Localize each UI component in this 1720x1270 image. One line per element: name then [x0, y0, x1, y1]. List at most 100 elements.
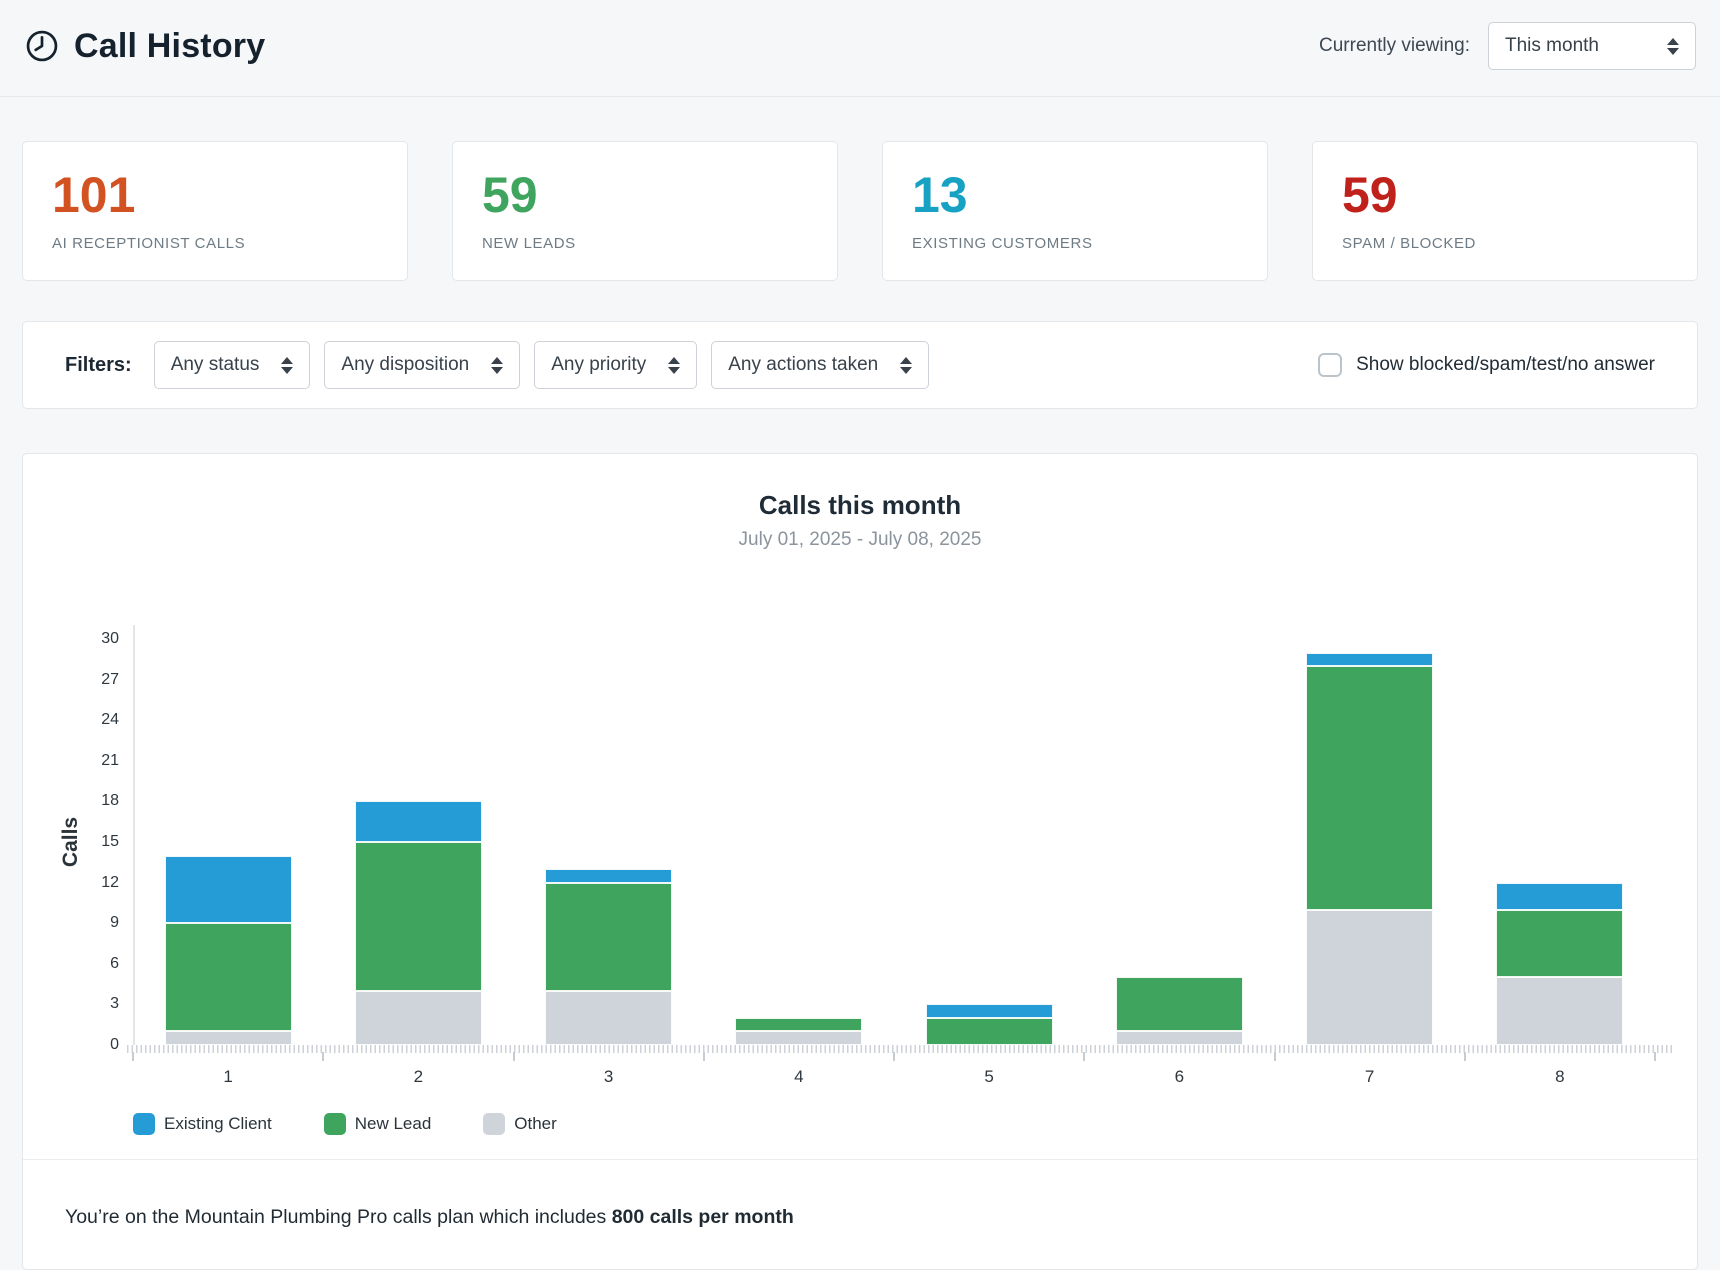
bar-segment-other[interactable] [1306, 910, 1433, 1045]
legend-swatch-existing-client [133, 1113, 155, 1135]
page-title: Call History [74, 27, 265, 66]
chart-legend: Existing Client New Lead Other [133, 1113, 1655, 1135]
y-axis-line [133, 625, 135, 1045]
plan-note-bold: 800 calls per month [612, 1206, 794, 1228]
bar-segment-existing-client[interactable] [1496, 883, 1623, 910]
show-blocked-checkbox-label: Show blocked/spam/test/no answer [1356, 354, 1655, 376]
legend-item-existing-client[interactable]: Existing Client [133, 1113, 272, 1135]
x-axis-label: 1 [133, 1067, 323, 1087]
bar-group-3 [514, 639, 704, 1045]
stat-card-new-leads: 59 NEW LEADS [452, 141, 838, 281]
currently-viewing-label: Currently viewing: [1319, 35, 1470, 57]
bar-segment-new-lead[interactable] [355, 842, 482, 991]
stats-row: 101 AI RECEPTIONIST CALLS 59 NEW LEADS 1… [22, 141, 1698, 281]
stat-card-spam-blocked: 59 SPAM / BLOCKED [1312, 141, 1698, 281]
y-axis-tick-label: 24 [101, 712, 119, 728]
bar-segment-existing-client[interactable] [165, 856, 292, 924]
bar-segment-new-lead[interactable] [1116, 977, 1243, 1031]
x-axis-tick [1274, 1052, 1276, 1061]
viewing-period-select[interactable]: This month [1488, 22, 1696, 70]
x-axis-tick [1083, 1052, 1085, 1061]
chart-wrap: Calls 036912151821242730 12345678 Existi… [133, 639, 1655, 1135]
x-axis-label: 5 [894, 1067, 1084, 1087]
x-axis-label: 3 [514, 1067, 704, 1087]
calls-chart-card: Calls this month July 01, 2025 - July 08… [22, 453, 1698, 1270]
bar-segment-new-lead[interactable] [165, 923, 292, 1031]
y-axis-tick-label: 27 [101, 672, 119, 688]
bar-segment-new-lead[interactable] [735, 1018, 862, 1032]
bar-stack[interactable] [165, 856, 292, 1045]
filter-dropdown-any-priority[interactable]: Any priority [534, 341, 697, 389]
bar-group-7 [1275, 639, 1465, 1045]
bar-segment-existing-client[interactable] [355, 801, 482, 842]
y-axis-tick-label: 3 [110, 996, 119, 1012]
bar-segment-other[interactable] [735, 1031, 862, 1045]
plan-note: You’re on the Mountain Plumbing Pro call… [65, 1206, 794, 1229]
y-axis-title: Calls [59, 817, 83, 867]
bar-stack[interactable] [355, 801, 482, 1045]
bar-segment-existing-client[interactable] [545, 869, 672, 883]
legend-label: Existing Client [164, 1114, 272, 1134]
sort-arrows-icon [281, 357, 293, 374]
filter-dropdown-any-status[interactable]: Any status [154, 341, 311, 389]
bar-stack[interactable] [545, 869, 672, 1045]
legend-item-new-lead[interactable]: New Lead [324, 1113, 432, 1135]
y-axis-tick-label: 9 [110, 915, 119, 931]
bar-segment-other[interactable] [355, 991, 482, 1045]
filter-dropdown-any-disposition[interactable]: Any disposition [324, 341, 520, 389]
bar-group-8 [1465, 639, 1655, 1045]
x-axis-tick [1654, 1052, 1656, 1061]
bar-group-2 [323, 639, 513, 1045]
bar-stack[interactable] [1306, 653, 1433, 1045]
bar-segment-new-lead[interactable] [1496, 910, 1623, 978]
bar-segment-existing-client[interactable] [1306, 653, 1433, 667]
x-axis-label: 7 [1275, 1067, 1465, 1087]
stat-card-existing-customers: 13 EXISTING CUSTOMERS [882, 141, 1268, 281]
sort-arrows-icon [491, 357, 503, 374]
stat-card-ai-receptionist-calls: 101 AI RECEPTIONIST CALLS [22, 141, 408, 281]
x-axis-tick [1464, 1052, 1466, 1061]
sort-arrows-icon [668, 357, 680, 374]
x-axis-tick [132, 1052, 134, 1061]
bar-segment-other[interactable] [1496, 977, 1623, 1045]
y-axis-tick-label: 21 [101, 753, 119, 769]
bar-stack[interactable] [1496, 883, 1623, 1045]
x-axis-label: 2 [323, 1067, 513, 1087]
x-axis-tick [893, 1052, 895, 1061]
bar-segment-new-lead[interactable] [545, 883, 672, 991]
legend-item-other[interactable]: Other [483, 1113, 557, 1135]
x-axis-line [127, 1045, 1673, 1053]
bar-segment-new-lead[interactable] [1306, 666, 1433, 910]
bar-segment-other[interactable] [545, 991, 672, 1045]
y-axis-tick-label: 15 [101, 834, 119, 850]
sort-arrows-icon [1667, 38, 1679, 55]
bar-group-5 [894, 639, 1084, 1045]
bar-stack[interactable] [926, 1004, 1053, 1045]
x-axis-tick [513, 1052, 515, 1061]
clock-icon [24, 28, 60, 64]
filter-dropdown-any-actions-taken[interactable]: Any actions taken [711, 341, 929, 389]
plan-note-text: You’re on the Mountain Plumbing Pro call… [65, 1206, 612, 1228]
bar-group-1 [133, 639, 323, 1045]
stat-value: 59 [1342, 170, 1668, 220]
page-header: Call History Currently viewing: This mon… [0, 0, 1720, 97]
chart-title: Calls this month [65, 490, 1655, 521]
bar-segment-other[interactable] [165, 1031, 292, 1045]
plot-area: Calls 036912151821242730 [133, 639, 1655, 1045]
stat-value: 101 [52, 170, 378, 220]
bar-segment-other[interactable] [1116, 1031, 1243, 1045]
bar-columns [133, 639, 1655, 1045]
bar-segment-new-lead[interactable] [926, 1018, 1053, 1045]
bar-stack[interactable] [1116, 977, 1243, 1045]
bar-segment-existing-client[interactable] [926, 1004, 1053, 1018]
bar-stack[interactable] [735, 1018, 862, 1045]
show-blocked-checkbox[interactable] [1318, 353, 1342, 377]
stat-label: NEW LEADS [482, 235, 808, 252]
x-axis-label: 4 [704, 1067, 894, 1087]
filter-dropdowns: Any status Any disposition Any priority … [154, 341, 930, 389]
y-axis-tick-label: 18 [101, 793, 119, 809]
card-divider [23, 1159, 1697, 1160]
viewing-period-value: This month [1505, 35, 1599, 57]
y-axis-tick-label: 12 [101, 875, 119, 891]
bar-group-6 [1084, 639, 1274, 1045]
